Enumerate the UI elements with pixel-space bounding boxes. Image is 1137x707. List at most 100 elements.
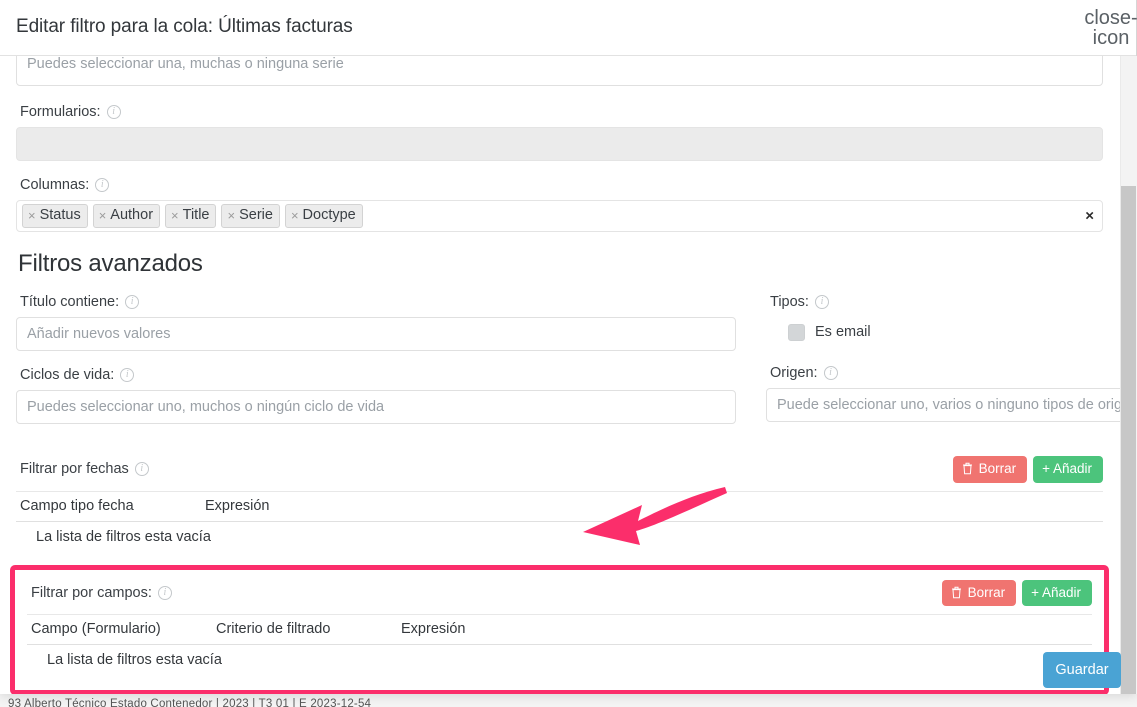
origen-select[interactable]: Puede seleccionar uno, varios o ninguno … [766,388,1137,422]
save-button[interactable]: Guardar [1043,652,1121,688]
es-email-row[interactable]: Es email [766,317,1119,347]
remove-tag-icon[interactable]: × [171,209,179,222]
add-date-filter-button[interactable]: + Añadir [1033,456,1103,483]
es-email-label: Es email [815,324,871,340]
page-title: Editar filtro para la cola: Últimas fact… [16,16,353,37]
date-filters-actions: Borrar + Añadir [952,456,1103,483]
info-icon[interactable]: i [106,105,121,119]
remove-tag-icon[interactable]: × [99,209,107,222]
ciclos-de-vida-placeholder: Puedes seleccionar uno, muchos o ningún … [27,399,385,415]
titulo-contiene-placeholder: Añadir nuevos valores [27,326,171,342]
add-field-filter-button[interactable]: + Añadir [1022,579,1092,606]
series-select[interactable]: Puedes seleccionar una, muchas o ninguna… [16,56,1103,86]
table-header-row: Campo (Formulario) Criterio de filtrado … [27,614,1092,645]
column-tag-label: Title [182,207,210,223]
delete-field-filter-button[interactable]: Borrar [941,579,1017,606]
field-filters-title: Filtrar por campos: [31,584,152,601]
origen-group: Origen: i Puede seleccionar uno, varios … [766,365,1137,422]
titulo-contiene-label-row: Título contiene: i [20,294,756,310]
edit-filter-modal: Editar filtro para la cola: Últimas fact… [0,0,1137,694]
advanced-filters-grid: Título contiene: i Añadir nuevos valores… [16,294,1137,440]
modal-header: Editar filtro para la cola: Últimas fact… [0,0,1137,56]
column-tag-serie[interactable]: × Serie [221,204,280,228]
background-table-row: 93 Alberto Técnico Estado Contenedor | 2… [8,698,372,707]
table-row: La lista de filtros esta vacía [27,645,1092,676]
column-header-expresion: Expresión [201,490,1103,522]
columnas-label-row: Columnas: i [20,177,1103,193]
column-header-criterio: Criterio de filtrado [212,614,397,645]
column-tag-title[interactable]: × Title [165,204,217,228]
modal-scrollbar-track[interactable] [1120,56,1137,694]
field-filters-actions: Borrar + Añadir [941,579,1092,606]
add-field-filter-label: + Añadir [1031,584,1081,600]
delete-date-filter-button[interactable]: Borrar [952,456,1028,483]
ciclos-de-vida-label: Ciclos de vida: [20,367,115,383]
remove-tag-icon[interactable]: × [28,209,36,222]
date-filters-empty-text: La lista de filtros esta vacía [36,528,211,545]
field-filters-block: Filtrar por campos: i Borrar + Añadir Ca… [10,564,1109,694]
date-filters-title: Filtrar por fechas [20,461,129,478]
trash-icon [962,462,973,475]
table-header-row: Campo tipo fecha Expresión [16,490,1103,522]
date-filters-header: Filtrar por fechas i Borrar + Añadir [16,456,1103,483]
column-header-campo-formulario: Campo (Formulario) [27,614,212,645]
column-header-expresion: Expresión [397,614,1092,645]
close-icon[interactable]: close-icon [1084,8,1137,48]
advanced-right-column: Tipos: i Es email Origen: i Puede selecc… [756,294,1137,440]
column-tag-doctype[interactable]: × Doctype [284,204,363,228]
formularios-label-row: Formularios: i [20,104,1103,120]
info-icon[interactable]: i [134,462,149,477]
series-placeholder: Puedes seleccionar una, muchas o ninguna… [27,56,344,72]
column-tag-author[interactable]: × Author [92,204,161,228]
field-filters-empty-text: La lista de filtros esta vacía [47,652,222,668]
column-tag-status[interactable]: × Status [22,204,88,228]
es-email-checkbox[interactable] [788,323,805,341]
info-icon[interactable]: i [823,366,838,380]
columnas-label: Columnas: [20,177,90,193]
field-filters-table: Campo (Formulario) Criterio de filtrado … [27,614,1092,676]
info-icon[interactable]: i [120,368,135,382]
ciclos-de-vida-group: Ciclos de vida: i Puedes seleccionar uno… [16,367,756,424]
titulo-contiene-group: Título contiene: i Añadir nuevos valores [16,294,756,351]
column-tag-label: Doctype [302,207,356,223]
column-tag-label: Status [39,207,81,223]
info-icon[interactable]: i [95,178,110,192]
advanced-left-column: Título contiene: i Añadir nuevos valores… [16,294,756,440]
ciclos-de-vida-select[interactable]: Puedes seleccionar uno, muchos o ningún … [16,390,736,424]
info-icon[interactable]: i [157,585,172,600]
modal-body-content: Puedes seleccionar una, muchas o ninguna… [0,56,1137,694]
info-icon[interactable]: i [125,295,140,309]
date-filters-block: Filtrar por fechas i Borrar + Añadir Cam… [16,456,1103,553]
ciclos-de-vida-label-row: Ciclos de vida: i [20,367,756,383]
date-filters-title-row: Filtrar por fechas i [16,461,149,477]
date-filters-table: Campo tipo fecha Expresión La lista de f… [16,490,1103,553]
formularios-group: Formularios: i [16,104,1103,161]
info-icon[interactable]: i [814,295,829,309]
delete-field-filter-label: Borrar [967,584,1006,600]
column-header-campo-fecha: Campo tipo fecha [16,490,201,522]
formularios-select[interactable] [16,127,1103,161]
titulo-contiene-label: Título contiene: [20,294,120,310]
formularios-label: Formularios: [20,104,101,120]
tipos-label-row: Tipos: i [770,294,1119,310]
add-date-filter-label: + Añadir [1042,461,1092,476]
origen-placeholder: Puede seleccionar uno, varios o ninguno … [777,397,1137,413]
remove-tag-icon[interactable]: × [227,209,235,222]
clear-columns-icon[interactable]: × [1085,209,1094,224]
advanced-filters-heading: Filtros avanzados [18,250,203,277]
field-filters-title-row: Filtrar por campos: i [27,585,172,601]
modal-scrollbar-thumb[interactable] [1121,186,1136,694]
trash-icon [951,586,962,599]
columnas-group: Columnas: i × Status × Author × Title × … [16,177,1103,232]
origen-label-row: Origen: i [770,365,1119,381]
titulo-contiene-input[interactable]: Añadir nuevos valores [16,317,736,351]
column-tag-label: Serie [239,207,273,223]
screen: 93 Alberto Técnico Estado Contenedor | 2… [0,0,1137,707]
columnas-multiselect[interactable]: × Status × Author × Title × Serie × Doct… [16,200,1103,232]
column-tag-label: Author [110,207,154,223]
origen-label: Origen: [770,365,818,381]
remove-tag-icon[interactable]: × [291,209,299,222]
table-row: La lista de filtros esta vacía [16,521,1103,552]
tipos-label: Tipos: [770,294,809,310]
tipos-group: Tipos: i Es email [766,294,1119,347]
